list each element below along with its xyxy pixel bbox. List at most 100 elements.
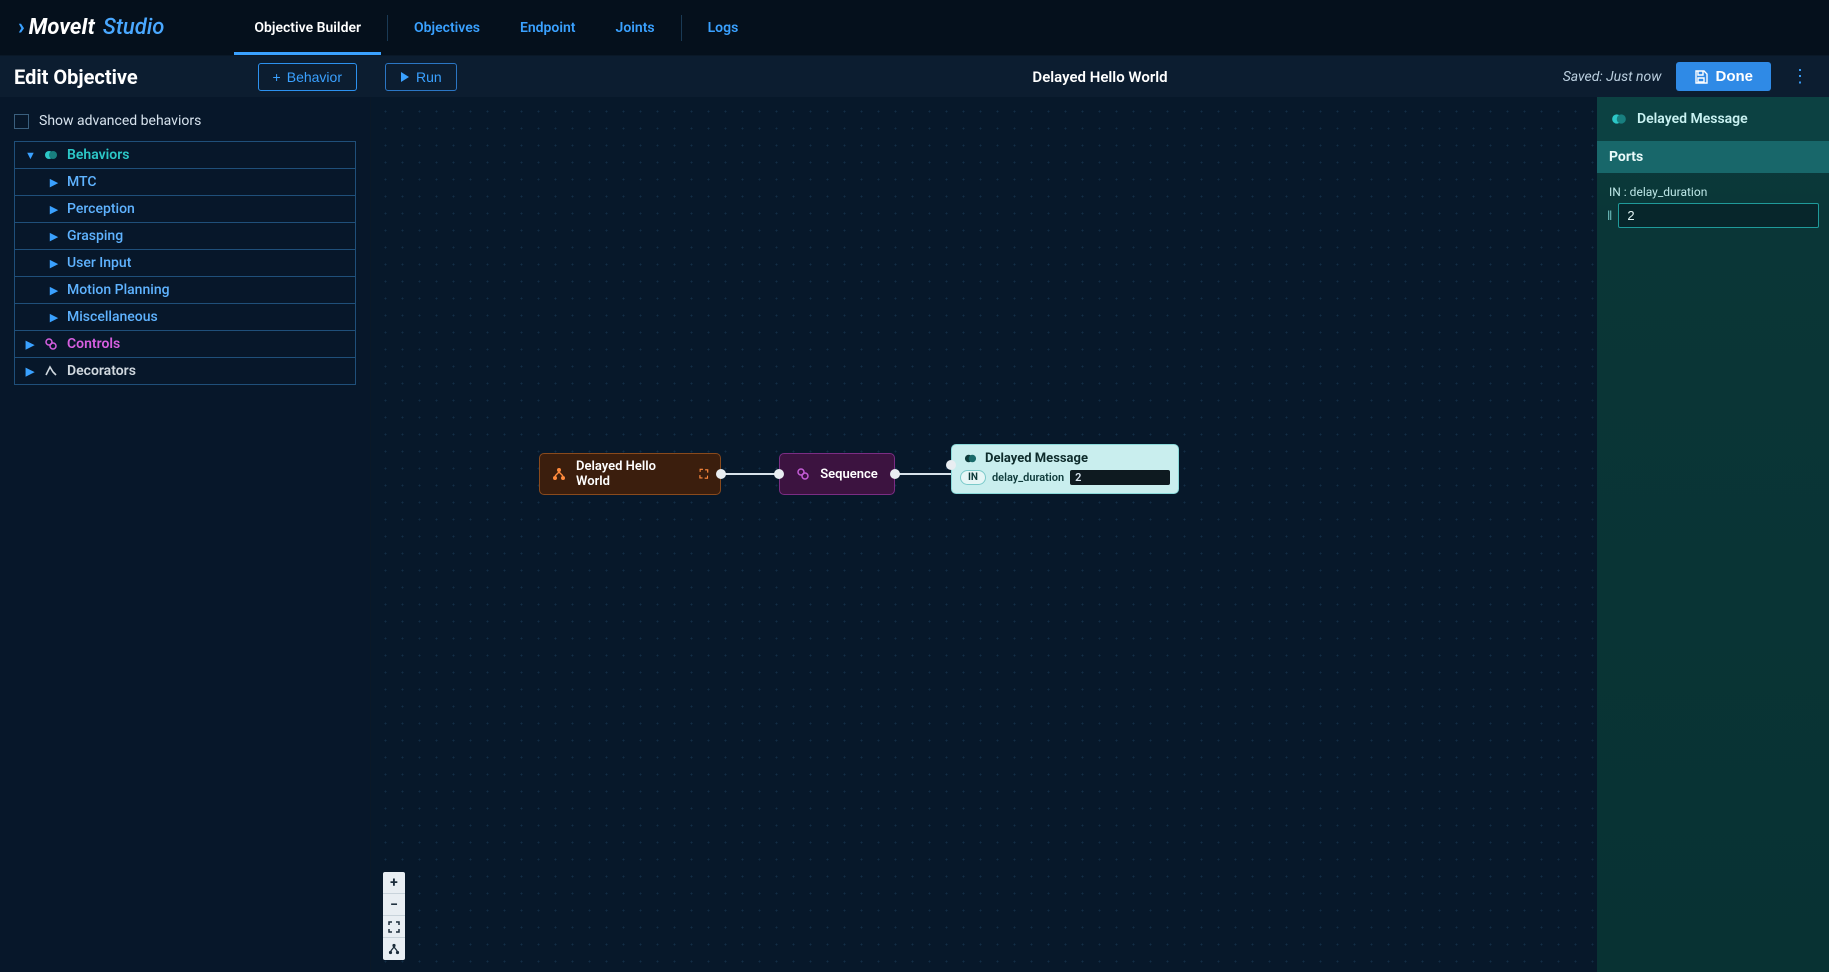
show-advanced-row[interactable]: Show advanced behaviors: [14, 107, 356, 141]
subcat-label: Miscellaneous: [67, 309, 158, 325]
caret-right-icon: ▶: [49, 203, 59, 216]
edge-sequence-to-message: [895, 473, 951, 475]
zoom-layout-button[interactable]: [383, 938, 405, 960]
app-body: Show advanced behaviors ▼ Behaviors ▶ MT…: [0, 97, 1829, 972]
output-port[interactable]: [716, 469, 726, 479]
category-controls[interactable]: ▶ Controls: [15, 331, 355, 358]
caret-right-icon: ▶: [49, 230, 59, 243]
caret-right-icon: ▶: [25, 338, 35, 351]
category-behaviors-label: Behaviors: [67, 147, 129, 163]
add-behavior-label: Behavior: [287, 69, 342, 85]
app-logo: › MoveIt Studio: [18, 15, 164, 40]
caret-right-icon: ▶: [49, 311, 59, 324]
tab-logs[interactable]: Logs: [688, 0, 759, 55]
zoom-controls: + −: [383, 872, 405, 960]
properties-header: Delayed Message: [1597, 97, 1829, 141]
nav-separator: [387, 15, 388, 41]
sidebar: Show advanced behaviors ▼ Behaviors ▶ MT…: [0, 97, 371, 972]
tree-root-icon: [552, 467, 566, 481]
page-title: Edit Objective: [14, 65, 138, 89]
zoom-out-button[interactable]: −: [383, 894, 405, 916]
run-label: Run: [416, 69, 442, 85]
caret-right-icon: ▶: [25, 365, 35, 378]
category-decorators[interactable]: ▶ Decorators: [15, 358, 355, 384]
behavior-tree-list: ▼ Behaviors ▶ MTC ▶ Perception ▶ Graspin…: [14, 141, 356, 385]
subcat-miscellaneous[interactable]: ▶ Miscellaneous: [15, 304, 355, 331]
port-value-input[interactable]: [1618, 203, 1819, 228]
toolbar-right: Saved: Just now Done ⋮: [1563, 62, 1815, 91]
done-button[interactable]: Done: [1676, 62, 1772, 91]
zoom-in-button[interactable]: +: [383, 872, 405, 894]
subcat-grasping[interactable]: ▶ Grasping: [15, 223, 355, 250]
category-decorators-label: Decorators: [67, 363, 136, 379]
toolbar: Edit Objective + Behavior Run Delayed He…: [0, 55, 1829, 97]
properties-panel: Delayed Message Ports IN : delay_duratio…: [1597, 97, 1829, 972]
subcat-label: Perception: [67, 201, 135, 217]
saved-status: Saved: Just now: [1563, 69, 1662, 85]
node-sequence-label: Sequence: [820, 467, 878, 482]
graph-canvas[interactable]: Delayed Hello World ⛶ Sequence Delayed M…: [371, 97, 1597, 972]
category-behaviors[interactable]: ▼ Behaviors: [15, 142, 355, 169]
subcat-mtc[interactable]: ▶ MTC: [15, 169, 355, 196]
behavior-icon: [964, 452, 977, 465]
port-label: IN : delay_duration: [1607, 183, 1819, 203]
subcat-label: User Input: [67, 255, 131, 271]
top-nav: › MoveIt Studio Objective Builder Object…: [0, 0, 1829, 55]
behavior-icon: [43, 147, 59, 163]
logo-text-move: MoveIt: [29, 15, 95, 40]
logo-chevron-icon: ›: [18, 15, 25, 40]
properties-title: Delayed Message: [1637, 111, 1748, 127]
node-delayed-message[interactable]: Delayed Message IN delay_duration 2: [951, 444, 1179, 494]
subcat-perception[interactable]: ▶ Perception: [15, 196, 355, 223]
more-menu-button[interactable]: ⋮: [1785, 66, 1815, 87]
behavior-icon: [1611, 111, 1627, 127]
subcat-motion-planning[interactable]: ▶ Motion Planning: [15, 277, 355, 304]
node-sequence[interactable]: Sequence: [779, 453, 895, 495]
port-input-row: ‖: [1607, 203, 1819, 228]
nav-tabs: Objective Builder Objectives Endpoint Jo…: [234, 0, 758, 55]
tab-objective-builder[interactable]: Objective Builder: [234, 0, 381, 55]
controls-icon: [43, 336, 59, 352]
ports-section-body: IN : delay_duration ‖: [1597, 173, 1829, 238]
sequence-icon: [796, 467, 810, 481]
run-button[interactable]: Run: [385, 63, 457, 91]
expand-icon[interactable]: ⛶: [700, 467, 708, 482]
edge-root-to-sequence: [721, 473, 779, 475]
done-label: Done: [1716, 68, 1754, 85]
logo-text-studio: Studio: [103, 15, 164, 40]
node-header: Delayed Message: [960, 451, 1170, 470]
port-value[interactable]: 2: [1070, 470, 1170, 485]
subcat-label: Grasping: [67, 228, 123, 244]
port-direction-badge: IN: [960, 470, 986, 485]
input-port[interactable]: [774, 469, 784, 479]
save-icon: [1694, 70, 1708, 84]
tab-endpoint[interactable]: Endpoint: [500, 0, 596, 55]
zoom-fit-button[interactable]: [383, 916, 405, 938]
output-port[interactable]: [890, 469, 900, 479]
plus-icon: +: [273, 69, 281, 85]
input-port[interactable]: [946, 460, 956, 470]
subcat-user-input[interactable]: ▶ User Input: [15, 250, 355, 277]
toolbar-main: Run Delayed Hello World Saved: Just now …: [371, 62, 1829, 91]
show-advanced-label: Show advanced behaviors: [39, 113, 201, 129]
add-behavior-button[interactable]: + Behavior: [258, 63, 357, 91]
canvas-dot-grid: [371, 97, 1597, 972]
category-controls-label: Controls: [67, 336, 120, 352]
show-advanced-checkbox[interactable]: [14, 114, 29, 129]
tab-objectives[interactable]: Objectives: [394, 0, 500, 55]
drag-handle-icon[interactable]: ‖: [1607, 208, 1612, 224]
node-port-row: IN delay_duration 2: [960, 470, 1170, 485]
node-root[interactable]: Delayed Hello World ⛶: [539, 453, 721, 495]
nav-separator: [681, 15, 682, 41]
port-name: delay_duration: [992, 471, 1064, 484]
node-title: Delayed Message: [985, 451, 1088, 466]
caret-down-icon: ▼: [25, 149, 35, 162]
subcat-label: MTC: [67, 174, 97, 190]
caret-right-icon: ▶: [49, 176, 59, 189]
ports-section-header: Ports: [1597, 141, 1829, 173]
caret-right-icon: ▶: [49, 284, 59, 297]
tab-joints[interactable]: Joints: [596, 0, 675, 55]
subcat-label: Motion Planning: [67, 282, 170, 298]
play-icon: [400, 72, 410, 82]
caret-right-icon: ▶: [49, 257, 59, 270]
